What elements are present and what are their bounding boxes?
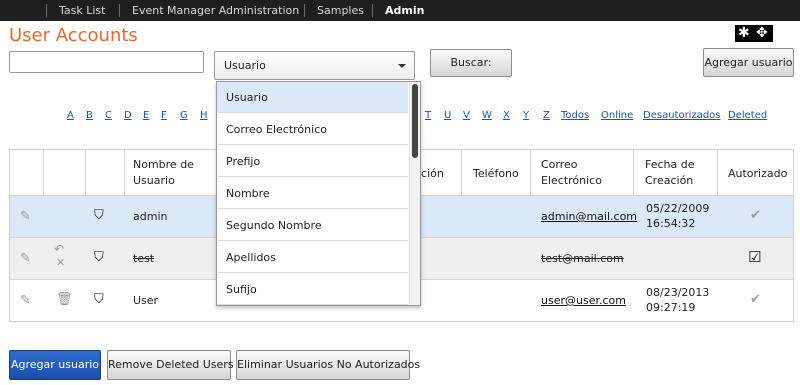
alpha-filter-v[interactable]: V [463,110,470,121]
check-icon: ✔ [750,292,761,307]
dropdown-option-middle-name[interactable]: Segundo Nombre [217,210,408,241]
alpha-filter-c[interactable]: C [105,110,112,121]
shield-icon[interactable]: ⛉ [94,208,104,223]
row-created-time: 09:27:19 [646,301,696,314]
edit-pencil-icon[interactable]: ✎ [20,293,31,308]
undo-icon[interactable]: ↶ [54,242,64,256]
check-icon: ✔ [750,208,761,223]
filter-select-dropdown: Usuario Correo Electrónico Prefijo Nombr… [216,81,421,306]
module-controls: ✱ ✥ [735,25,773,42]
row-email[interactable]: user@user.com [541,294,626,307]
shield-icon[interactable]: ⛉ [94,292,104,307]
dropdown-option-prefix[interactable]: Prefijo [217,146,408,177]
column-divider [717,150,718,195]
dropdown-option-email[interactable]: Correo Electrónico [217,114,408,145]
row-email[interactable]: test@mail.com [541,252,624,265]
shield-icon[interactable]: ⛉ [94,250,104,265]
filter-unauthorized[interactable]: Desautorizados [643,110,721,121]
column-divider [633,150,634,195]
row-email[interactable]: admin@mail.com [541,210,637,223]
dropdown-option-suffix[interactable]: Sufijo [217,274,408,305]
alpha-filter-h[interactable]: H [200,110,208,121]
alpha-filter-u[interactable]: U [444,110,451,121]
alpha-filter-x[interactable]: X [503,110,510,121]
column-divider [530,150,531,195]
row-created-date: 08/23/2013 [646,286,710,299]
add-user-button-top[interactable]: Agregar usuario [703,48,794,77]
top-nav: Task List Event Manager Administration S… [0,0,800,21]
column-divider [461,150,462,195]
trash-icon[interactable]: 🗑 [56,292,73,307]
filter-online[interactable]: Online [601,110,633,121]
alpha-filter-d[interactable]: D [124,110,132,121]
nav-divider [119,4,120,17]
nav-samples[interactable]: Samples [317,4,364,17]
row-username: admin [133,210,168,223]
alpha-filter-a[interactable]: A [67,110,74,121]
search-button[interactable]: Buscar: [430,49,512,77]
edit-pencil-icon[interactable]: ✎ [20,251,31,266]
nav-event-manager[interactable]: Event Manager Administration [132,4,299,17]
alpha-filter-z[interactable]: Z [543,110,550,121]
alpha-filter-y[interactable]: Y [523,110,529,121]
row-username: User [133,294,159,307]
dropdown-scrollbar[interactable] [409,82,420,305]
alpha-filter-e[interactable]: E [143,110,149,121]
edit-pencil-icon[interactable]: ✎ [20,209,31,224]
alpha-filter-f[interactable]: F [161,110,167,121]
move-icon[interactable]: ✥ [756,25,768,42]
dropdown-option-usuario[interactable]: Usuario [217,82,408,113]
add-user-button-bottom[interactable]: Agregar usuario [9,350,101,380]
nav-divider [372,4,373,17]
nav-divider [46,4,47,17]
column-divider [124,150,125,195]
alpha-filter-g[interactable]: G [180,110,188,121]
chevron-down-icon [398,64,406,68]
filter-todos[interactable]: Todos [561,110,589,121]
remove-deleted-users-button[interactable]: Remove Deleted Users [107,350,234,380]
search-input[interactable] [9,51,204,73]
nav-admin[interactable]: Admin [385,4,424,17]
nav-divider [304,4,305,17]
dropdown-scrollbar-thumb[interactable] [412,84,418,158]
filter-select-value: Usuario [224,59,266,72]
nav-task-list[interactable]: Task List [59,4,105,17]
dropdown-option-first-name[interactable]: Nombre [217,178,408,209]
gear-icon[interactable]: ✱ [738,25,750,42]
alpha-filter-t[interactable]: T [425,110,431,121]
row-created-date: 05/22/2009 [646,202,710,215]
alpha-filter-w[interactable]: W [482,110,492,121]
row-created-time: 16:54:32 [646,217,696,230]
column-divider [85,150,86,195]
filter-select[interactable]: Usuario [214,51,415,80]
filter-deleted[interactable]: Deleted [728,110,767,121]
alpha-filter-b[interactable]: B [86,110,93,121]
remove-unauthorized-users-button[interactable]: Eliminar Usuarios No Autorizados [236,350,420,380]
page-title: User Accounts [9,25,138,46]
row-username: test [133,252,155,265]
close-icon[interactable]: ✕ [56,256,65,269]
checkbox-checked-icon[interactable]: ☑ [748,248,761,266]
dropdown-option-last-name[interactable]: Apellidos [217,242,408,273]
column-divider [43,150,44,195]
